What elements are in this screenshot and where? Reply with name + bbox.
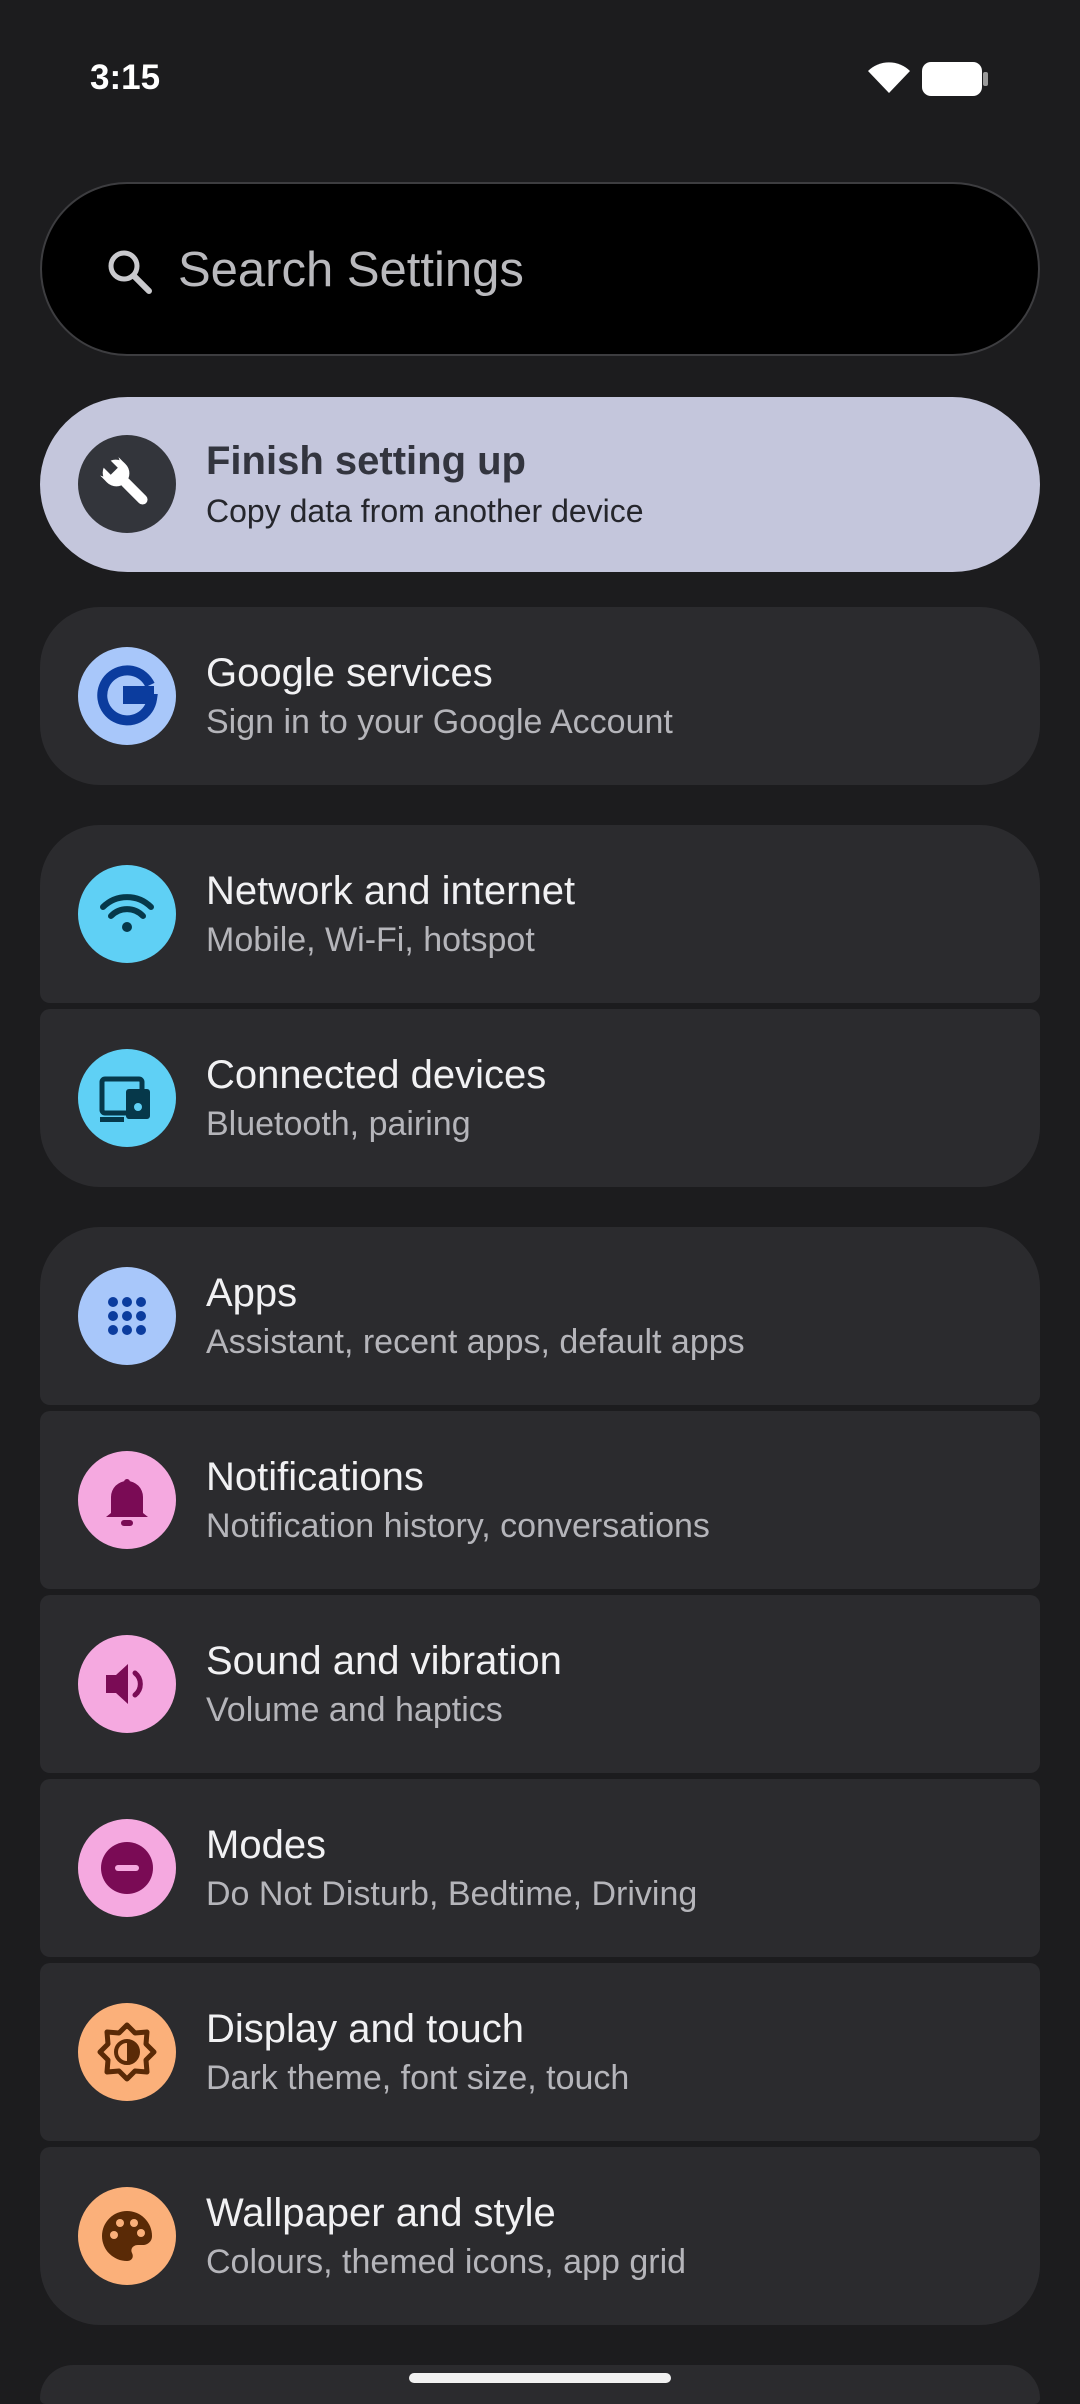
finish-setup-title: Finish setting up — [206, 439, 526, 483]
settings-item-network[interactable]: Network and internet Mobile, Wi-Fi, hots… — [40, 825, 1040, 1003]
settings-item-subtitle: Notification history, conversations — [206, 1507, 710, 1545]
settings-item-apps[interactable]: Apps Assistant, recent apps, default app… — [40, 1227, 1040, 1405]
settings-screen: 3:15 Search Settings Finish setting up C… — [0, 0, 1080, 2404]
settings-item-title: Google services — [206, 651, 493, 695]
google-icon — [78, 647, 176, 745]
settings-item-subtitle: Assistant, recent apps, default apps — [206, 1323, 745, 1361]
settings-item-subtitle: Mobile, Wi-Fi, hotspot — [206, 921, 535, 959]
settings-item-connected-devices[interactable]: Connected devices Bluetooth, pairing — [40, 1009, 1040, 1187]
battery-icon — [922, 62, 988, 96]
wifi-status-icon — [868, 62, 910, 93]
settings-item-subtitle: Do Not Disturb, Bedtime, Driving — [206, 1875, 698, 1913]
search-icon — [108, 250, 152, 294]
finish-setup-subtitle: Copy data from another device — [206, 493, 644, 529]
settings-item-wallpaper[interactable]: Wallpaper and style Colours, themed icon… — [40, 2147, 1040, 2325]
settings-item-notifications[interactable]: Notifications Notification history, conv… — [40, 1411, 1040, 1589]
palette-icon — [78, 2187, 176, 2285]
settings-item-title: Network and internet — [206, 869, 576, 913]
settings-item-title: Display and touch — [206, 2007, 524, 2051]
settings-item-subtitle: Dark theme, font size, touch — [206, 2059, 630, 2097]
search-settings-bar[interactable]: Search Settings — [40, 182, 1040, 356]
brightness-icon — [78, 2003, 176, 2101]
bell-icon — [78, 1451, 176, 1549]
home-indicator[interactable] — [409, 2373, 671, 2383]
apps-grid-icon — [78, 1267, 176, 1365]
search-placeholder: Search Settings — [178, 243, 524, 297]
settings-item-title: Connected devices — [206, 1053, 547, 1097]
settings-item-subtitle: Volume and haptics — [206, 1691, 503, 1729]
wifi-icon — [78, 865, 176, 963]
settings-item-subtitle: Bluetooth, pairing — [206, 1105, 471, 1143]
wrench-icon — [78, 435, 176, 533]
settings-item-next-partial[interactable] — [40, 2365, 1040, 2404]
settings-item-title: Apps — [206, 1271, 298, 1315]
devices-icon — [78, 1049, 176, 1147]
settings-item-title: Modes — [206, 1823, 327, 1867]
status-bar: 3:15 — [0, 0, 1080, 160]
settings-item-google-services[interactable]: Google services Sign in to your Google A… — [40, 607, 1040, 785]
settings-item-title: Wallpaper and style — [206, 2191, 556, 2235]
do-not-disturb-icon — [78, 1819, 176, 1917]
settings-item-subtitle: Sign in to your Google Account — [206, 703, 673, 741]
settings-item-title: Sound and vibration — [206, 1639, 562, 1683]
settings-item-modes[interactable]: Modes Do Not Disturb, Bedtime, Driving — [40, 1779, 1040, 1957]
settings-item-sound[interactable]: Sound and vibration Volume and haptics — [40, 1595, 1040, 1773]
settings-item-title: Notifications — [206, 1455, 424, 1499]
status-time: 3:15 — [90, 58, 161, 97]
settings-item-subtitle: Colours, themed icons, app grid — [206, 2243, 687, 2281]
settings-item-display[interactable]: Display and touch Dark theme, font size,… — [40, 1963, 1040, 2141]
finish-setup-card[interactable]: Finish setting up Copy data from another… — [40, 397, 1040, 572]
speaker-icon — [78, 1635, 176, 1733]
